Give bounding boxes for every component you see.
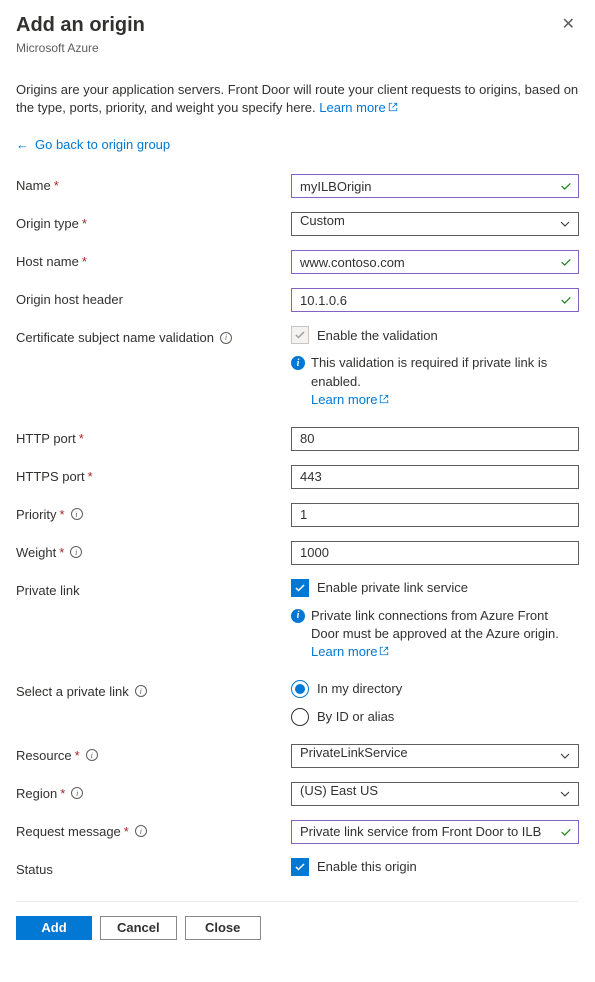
select-private-link-label: Select a private link	[16, 684, 129, 699]
external-link-icon	[388, 99, 398, 109]
radio-icon	[291, 680, 309, 698]
info-icon[interactable]	[71, 787, 83, 799]
origin-type-label: Origin type	[16, 216, 79, 231]
name-label: Name	[16, 178, 51, 193]
status-checkbox-label: Enable this origin	[317, 859, 417, 874]
region-select[interactable]: (US) East US	[291, 782, 579, 806]
close-button[interactable]: Close	[185, 916, 261, 940]
radio-label-directory: In my directory	[317, 681, 402, 696]
region-label: Region	[16, 786, 57, 801]
info-icon	[291, 356, 305, 370]
weight-input[interactable]	[291, 541, 579, 565]
private-link-checkbox[interactable]	[291, 579, 309, 597]
request-message-label: Request message	[16, 824, 121, 839]
page-title: Add an origin	[16, 14, 145, 37]
description: Origins are your application servers. Fr…	[16, 81, 579, 117]
description-text: Origins are your application servers. Fr…	[16, 82, 578, 115]
resource-label: Resource	[16, 748, 72, 763]
http-port-input[interactable]	[291, 427, 579, 451]
http-port-label: HTTP port	[16, 431, 76, 446]
host-name-input[interactable]	[291, 250, 579, 274]
private-link-label: Private link	[16, 583, 80, 598]
request-message-input[interactable]	[291, 820, 579, 844]
cert-validation-help: This validation is required if private l…	[311, 355, 547, 388]
info-icon[interactable]	[71, 508, 83, 520]
cancel-button[interactable]: Cancel	[100, 916, 177, 940]
info-icon	[291, 609, 305, 623]
back-link[interactable]: ← Go back to origin group	[16, 137, 579, 152]
info-icon[interactable]	[135, 825, 147, 837]
host-name-label: Host name	[16, 254, 79, 269]
name-input[interactable]	[291, 174, 579, 198]
close-icon[interactable]: ✕	[558, 14, 579, 34]
info-icon[interactable]	[70, 546, 82, 558]
info-icon[interactable]	[220, 332, 232, 344]
resource-select[interactable]: PrivateLinkService	[291, 744, 579, 768]
external-link-icon	[379, 391, 389, 401]
host-header-label: Origin host header	[16, 292, 123, 307]
private-link-help: Private link connections from Azure Fron…	[311, 608, 559, 641]
https-port-label: HTTPS port	[16, 469, 85, 484]
private-link-checkbox-label: Enable private link service	[317, 580, 468, 595]
weight-label: Weight	[16, 545, 56, 560]
page-subtitle: Microsoft Azure	[16, 41, 579, 55]
priority-label: Priority	[16, 507, 56, 522]
radio-label-alias: By ID or alias	[317, 709, 394, 724]
info-icon[interactable]	[135, 685, 147, 697]
cert-learn-more-link[interactable]: Learn more	[311, 392, 389, 407]
https-port-input[interactable]	[291, 465, 579, 489]
external-link-icon	[379, 643, 389, 653]
back-link-text: Go back to origin group	[35, 137, 170, 152]
host-header-input[interactable]	[291, 288, 579, 312]
private-link-learn-more-link[interactable]: Learn more	[311, 644, 389, 659]
cert-validation-label: Certificate subject name validation	[16, 330, 214, 345]
radio-in-my-directory[interactable]: In my directory	[291, 680, 579, 698]
info-icon[interactable]	[86, 749, 98, 761]
learn-more-link[interactable]: Learn more	[319, 100, 397, 115]
arrow-left-icon: ←	[16, 137, 29, 152]
radio-icon	[291, 708, 309, 726]
status-checkbox[interactable]	[291, 858, 309, 876]
cert-validation-checkbox	[291, 326, 309, 344]
origin-type-select[interactable]: Custom	[291, 212, 579, 236]
status-label: Status	[16, 862, 53, 877]
add-button[interactable]: Add	[16, 916, 92, 940]
radio-by-id-alias[interactable]: By ID or alias	[291, 708, 579, 726]
cert-validation-checkbox-label: Enable the validation	[317, 328, 438, 343]
priority-input[interactable]	[291, 503, 579, 527]
